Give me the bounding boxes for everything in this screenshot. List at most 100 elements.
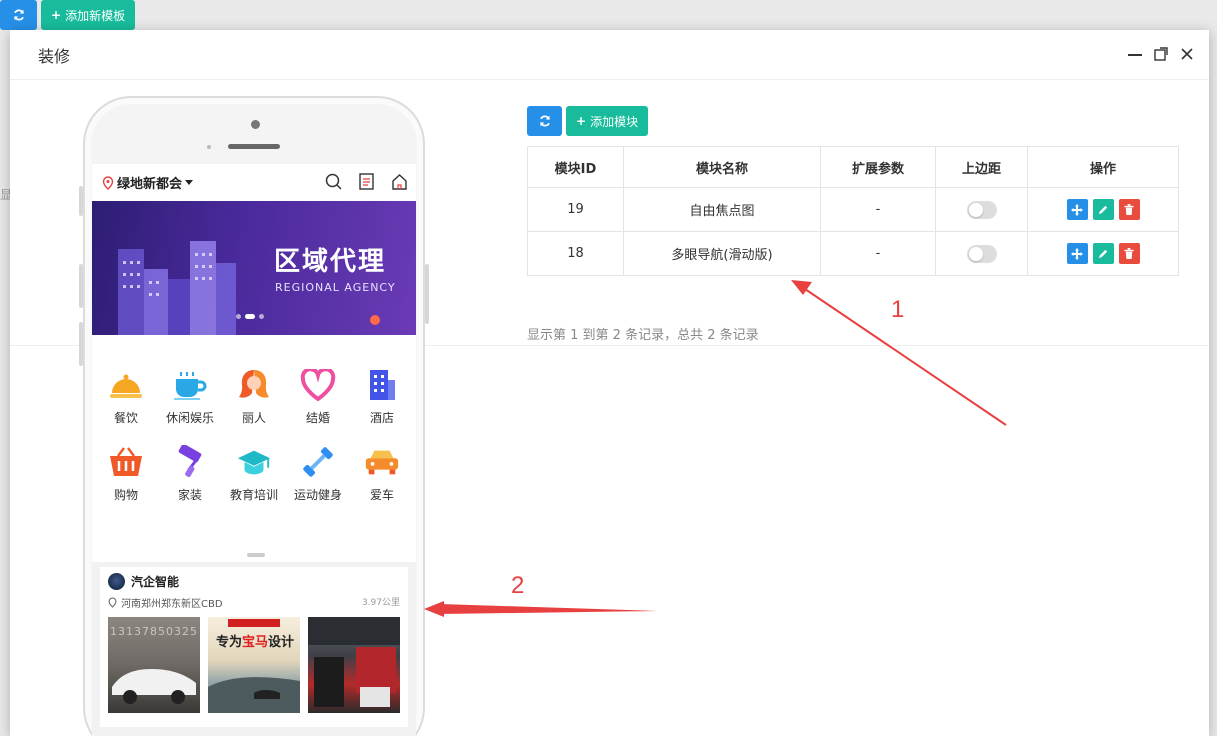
category-label: 爱车 xyxy=(369,488,394,502)
add-module-label: 添加模块 xyxy=(590,114,639,129)
phone-camera xyxy=(251,120,260,129)
category-item-home-decor[interactable]: 家装 xyxy=(158,444,222,503)
category-item-beauty[interactable]: 丽人 xyxy=(222,367,286,426)
category-label: 餐饮 xyxy=(113,411,138,425)
actions-cell xyxy=(1027,187,1179,232)
maximize-icon[interactable] xyxy=(1153,44,1169,64)
paint-roller-icon xyxy=(172,444,208,480)
edit-button[interactable] xyxy=(1092,243,1114,264)
category-label: 丽人 xyxy=(241,411,266,425)
background-refresh-button[interactable] xyxy=(0,0,37,30)
margin-top-toggle[interactable] xyxy=(966,244,997,263)
pencil-icon xyxy=(1098,249,1107,259)
category-label: 结婚 xyxy=(305,411,330,425)
shop-photo-showroom[interactable] xyxy=(308,617,400,713)
shop-address: 河南郑州郑东新区CBD xyxy=(121,599,223,610)
shop-photo-car[interactable]: 13137850325 xyxy=(108,617,200,713)
banner-subtitle: REGIONAL AGENCY xyxy=(275,281,396,294)
search-icon[interactable] xyxy=(325,173,342,190)
column-header-actions: 操作 xyxy=(1027,146,1179,188)
shop-photo-poster[interactable]: 专为宝马设计 xyxy=(208,617,300,713)
heart-icon xyxy=(300,367,336,403)
phone-preview: 绿地新都会 区域代理 REGIONAL AGENCY 餐饮 休闲娱乐 丽人 结婚… xyxy=(79,96,429,736)
banner-title: 区域代理 xyxy=(274,247,387,277)
background-side-text: 显 xyxy=(0,188,13,202)
add-module-button[interactable]: + 添加模块 xyxy=(566,106,649,136)
hotel-building-icon xyxy=(364,367,400,403)
shop-card-header: 汽企智能 xyxy=(108,573,400,590)
close-icon[interactable] xyxy=(1179,44,1195,64)
graduation-cap-icon xyxy=(236,444,272,480)
modal-body: 绿地新都会 区域代理 REGIONAL AGENCY 餐饮 休闲娱乐 丽人 结婚… xyxy=(10,80,1209,736)
annotation-label-1: 1 xyxy=(891,296,905,323)
phone-speaker xyxy=(228,144,280,149)
margin-top-toggle[interactable] xyxy=(966,200,997,219)
location-selector[interactable]: 绿地新都会 xyxy=(102,173,194,192)
pager-dot[interactable] xyxy=(236,314,241,319)
city-illustration xyxy=(118,241,236,335)
table-row[interactable]: 18 多眼导航(滑动版) - xyxy=(527,231,1179,276)
delete-button[interactable] xyxy=(1118,199,1140,220)
category-item-wedding[interactable]: 结婚 xyxy=(286,367,350,426)
category-label: 休闲娱乐 xyxy=(165,411,214,425)
planet-decoration xyxy=(370,315,380,325)
category-item-fitness[interactable]: 运动健身 xyxy=(286,444,350,503)
category-label: 家装 xyxy=(177,488,202,502)
list-icon[interactable] xyxy=(359,173,374,190)
category-item-dining[interactable]: 餐饮 xyxy=(94,367,158,426)
column-header-params[interactable]: 扩展参数 xyxy=(820,146,936,188)
location-pin-icon xyxy=(108,597,117,608)
coffee-cup-icon xyxy=(172,367,208,403)
trash-icon xyxy=(1124,248,1134,259)
shop-address-row: 河南郑州郑东新区CBD 3.97公里 xyxy=(108,595,400,610)
home-icon[interactable] xyxy=(391,173,408,190)
trash-icon xyxy=(1124,204,1134,215)
table-header-row: 模块ID 模块名称 扩展参数 上边距 操作 xyxy=(527,146,1179,188)
move-arrows-icon xyxy=(1071,203,1083,216)
module-name: 自由焦点图 xyxy=(623,187,821,232)
module-refresh-button[interactable] xyxy=(527,106,562,136)
margin-top-cell xyxy=(935,187,1028,232)
category-grid: 餐饮 休闲娱乐 丽人 结婚 酒店 购物 家装 教育培训 运动健身 爱车 xyxy=(92,335,416,503)
category-item-car[interactable]: 爱车 xyxy=(350,444,414,503)
actions-cell xyxy=(1027,231,1179,276)
module-params: - xyxy=(820,231,936,276)
pager-dot[interactable] xyxy=(259,314,264,319)
category-item-leisure[interactable]: 休闲娱乐 xyxy=(158,367,222,426)
modal-header: 装修 xyxy=(10,30,1209,80)
nav-pager-indicator xyxy=(247,553,265,557)
plus-icon: + xyxy=(51,8,62,22)
category-label: 酒店 xyxy=(369,411,394,425)
refresh-icon xyxy=(539,115,550,127)
shop-card[interactable]: 汽企智能 河南郑州郑东新区CBD 3.97公里 13137850325 专为宝马… xyxy=(100,567,408,727)
margin-top-cell xyxy=(935,231,1028,276)
edit-button[interactable] xyxy=(1092,199,1114,220)
phone-screen: 绿地新都会 区域代理 REGIONAL AGENCY 餐饮 休闲娱乐 丽人 结婚… xyxy=(92,164,416,736)
category-item-shopping[interactable]: 购物 xyxy=(94,444,158,503)
column-header-name[interactable]: 模块名称 xyxy=(623,146,821,188)
move-button[interactable] xyxy=(1066,243,1088,264)
add-template-button[interactable]: + 添加新模板 xyxy=(41,0,136,30)
refresh-icon xyxy=(13,9,24,21)
category-label: 运动健身 xyxy=(293,488,342,502)
column-header-margin-top[interactable]: 上边距 xyxy=(935,146,1028,188)
shop-avatar xyxy=(108,573,125,590)
delete-button[interactable] xyxy=(1118,243,1140,264)
car-icon xyxy=(364,444,400,480)
pager-dot-active[interactable] xyxy=(245,314,255,319)
minimize-icon[interactable] xyxy=(1127,44,1143,64)
move-button[interactable] xyxy=(1066,199,1088,220)
move-arrows-icon xyxy=(1071,247,1083,260)
category-item-education[interactable]: 教育培训 xyxy=(222,444,286,503)
module-name: 多眼导航(滑动版) xyxy=(623,231,821,276)
add-template-label: 添加新模板 xyxy=(65,8,126,23)
table-row[interactable]: 19 自由焦点图 - xyxy=(527,187,1179,232)
promo-banner[interactable]: 区域代理 REGIONAL AGENCY xyxy=(92,201,416,335)
column-header-id[interactable]: 模块ID xyxy=(527,146,624,188)
category-item-hotel[interactable]: 酒店 xyxy=(350,367,414,426)
category-label: 教育培训 xyxy=(229,488,278,502)
phone-side-button xyxy=(79,322,83,366)
banner-pager-dots xyxy=(236,314,264,319)
shopping-basket-icon xyxy=(108,444,144,480)
category-label: 购物 xyxy=(113,488,138,502)
